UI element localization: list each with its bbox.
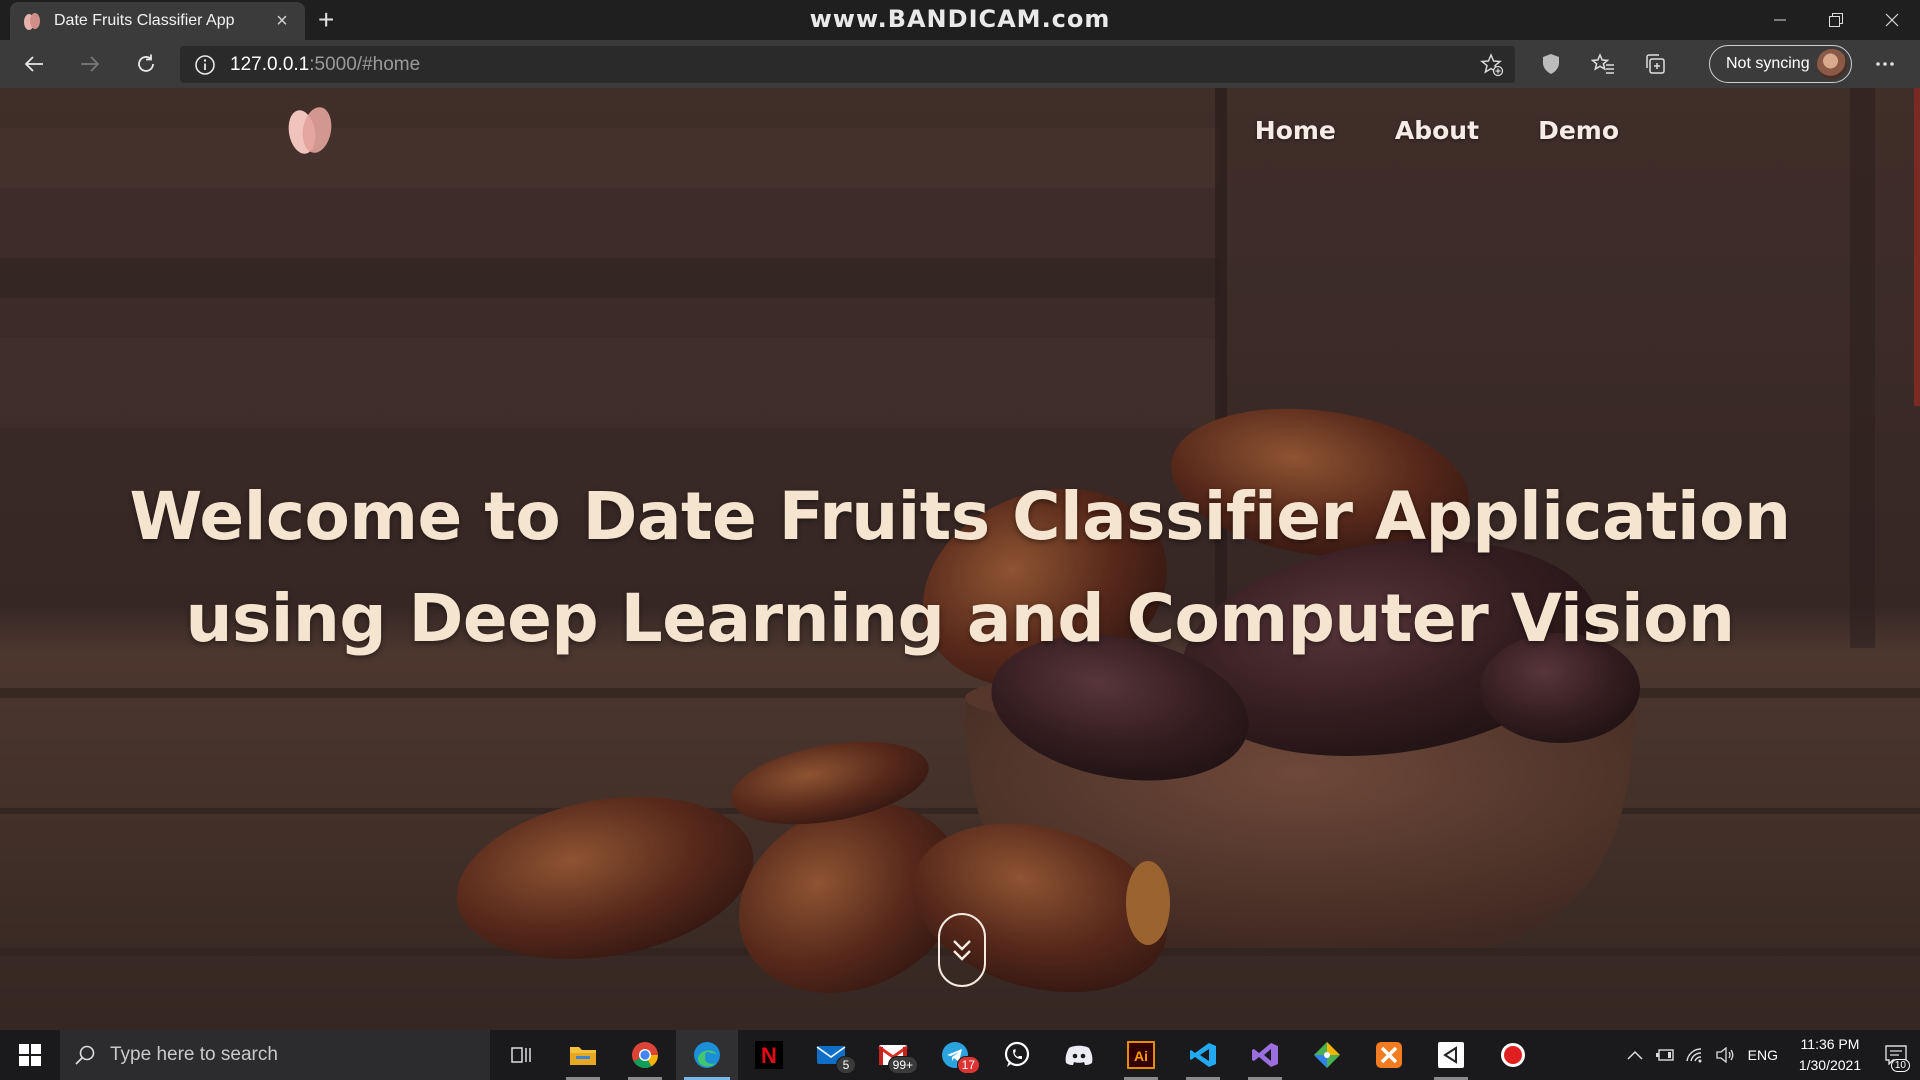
system-tray: ENG 11:36 PM 1/30/2021 10 [1620, 1030, 1920, 1080]
battery-icon[interactable] [1650, 1048, 1680, 1062]
telegram-icon[interactable]: 17 [924, 1030, 986, 1080]
vscode-icon[interactable] [1172, 1030, 1234, 1080]
restore-button[interactable] [1808, 0, 1864, 40]
gmail-badge: 99+ [887, 1056, 918, 1074]
windows-taskbar: Type here to search N 5 99+ 17 Ai ENG 11… [0, 1030, 1920, 1080]
telegram-badge: 17 [956, 1056, 980, 1074]
refresh-button[interactable] [124, 44, 168, 84]
edge-icon[interactable] [676, 1030, 738, 1080]
tracking-prevention-shield-icon[interactable] [1525, 44, 1577, 84]
minimize-button[interactable] [1752, 0, 1808, 40]
sync-status-label: Not syncing [1726, 55, 1810, 72]
double-chevron-down-icon [953, 940, 971, 961]
gmail-icon[interactable]: 99+ [862, 1030, 924, 1080]
netflix-icon[interactable]: N [738, 1030, 800, 1080]
action-center-button[interactable]: 10 [1872, 1030, 1920, 1080]
taskbar-pinned-apps: N 5 99+ 17 Ai [490, 1030, 1544, 1080]
url-host: 127.0.0.1 [230, 53, 310, 75]
nav-link-home[interactable]: Home [1255, 116, 1336, 145]
toolbar-icons [1525, 44, 1681, 84]
file-explorer-icon[interactable] [552, 1030, 614, 1080]
url-path: :5000/#home [309, 53, 421, 75]
bandicam-watermark: www.BANDICAM.com [809, 5, 1111, 33]
chrome-icon[interactable] [614, 1030, 676, 1080]
web-page-viewport: Home About Demo Welcome to Date Fruits C… [0, 88, 1920, 1030]
browser-title-bar: Date Fruits Classifier App × + www.BANDI… [0, 0, 1920, 40]
nav-link-demo[interactable]: Demo [1538, 116, 1619, 145]
favorites-icon[interactable] [1577, 44, 1629, 84]
xampp-icon[interactable] [1358, 1030, 1420, 1080]
url-text[interactable]: 127.0.0.1:5000/#home [230, 54, 420, 76]
visual-studio-icon[interactable] [1234, 1030, 1296, 1080]
git-icon[interactable] [1296, 1030, 1358, 1080]
clock-date: 1/30/2021 [1798, 1057, 1862, 1073]
profile-sync-button[interactable]: Not syncing [1709, 45, 1852, 83]
illustrator-letters: Ai [1134, 1048, 1148, 1064]
system-clock[interactable]: 11:36 PM 1/30/2021 [1788, 1034, 1872, 1076]
hero-heading-line-1: Welcome to Date Fruits Classifier Applic… [129, 478, 1791, 555]
mail-badge: 5 [836, 1056, 856, 1074]
back-arrow-icon [24, 56, 43, 72]
clock-time: 11:36 PM [1800, 1036, 1860, 1052]
illustrator-icon[interactable]: Ai [1110, 1030, 1172, 1080]
search-placeholder: Type here to search [110, 1044, 278, 1065]
collections-icon[interactable] [1629, 44, 1681, 84]
settings-more-button[interactable] [1863, 48, 1907, 80]
address-bar[interactable]: 127.0.0.1:5000/#home [180, 46, 1515, 83]
close-window-button[interactable] [1864, 0, 1920, 40]
task-view-icon[interactable] [490, 1030, 552, 1080]
start-button[interactable] [0, 1030, 60, 1080]
add-favorite-icon[interactable] [1479, 52, 1505, 83]
back-button[interactable] [12, 44, 56, 84]
browser-toolbar: 127.0.0.1:5000/#home Not syncing [0, 40, 1920, 88]
forward-button[interactable] [68, 44, 112, 84]
scroll-down-button[interactable] [938, 913, 986, 987]
notification-count: 10 [1890, 1059, 1910, 1072]
netflix-letter: N [761, 1043, 777, 1068]
volume-icon[interactable] [1710, 1047, 1740, 1063]
mail-icon[interactable]: 5 [800, 1030, 862, 1080]
whatsapp-icon[interactable] [986, 1030, 1048, 1080]
hero-heading: Welcome to Date Fruits Classifier Applic… [0, 466, 1920, 670]
unity-icon[interactable] [1420, 1030, 1482, 1080]
bandicam-record-icon[interactable] [1482, 1030, 1544, 1080]
window-controls [1752, 0, 1920, 40]
windows-logo-icon [19, 1044, 41, 1066]
ellipsis-icon [1876, 62, 1894, 66]
site-navigation: Home About Demo [1255, 116, 1619, 145]
refresh-icon [138, 54, 154, 72]
site-logo[interactable] [282, 102, 338, 156]
wifi-icon[interactable] [1680, 1047, 1710, 1063]
nav-link-about[interactable]: About [1395, 116, 1479, 145]
language-indicator[interactable]: ENG [1748, 1047, 1778, 1063]
discord-icon[interactable] [1048, 1030, 1110, 1080]
search-icon [75, 1045, 95, 1065]
chevron-up-icon[interactable] [1620, 1050, 1650, 1060]
page-scrollbar[interactable] [1914, 88, 1920, 406]
info-icon[interactable] [194, 54, 216, 76]
taskbar-search-box[interactable]: Type here to search [60, 1030, 490, 1080]
date-fruit-logo-icon [288, 107, 332, 154]
profile-avatar [1817, 49, 1847, 79]
forward-arrow-icon [81, 56, 100, 72]
hero-heading-line-2: using Deep Learning and Computer Vision [185, 580, 1736, 657]
